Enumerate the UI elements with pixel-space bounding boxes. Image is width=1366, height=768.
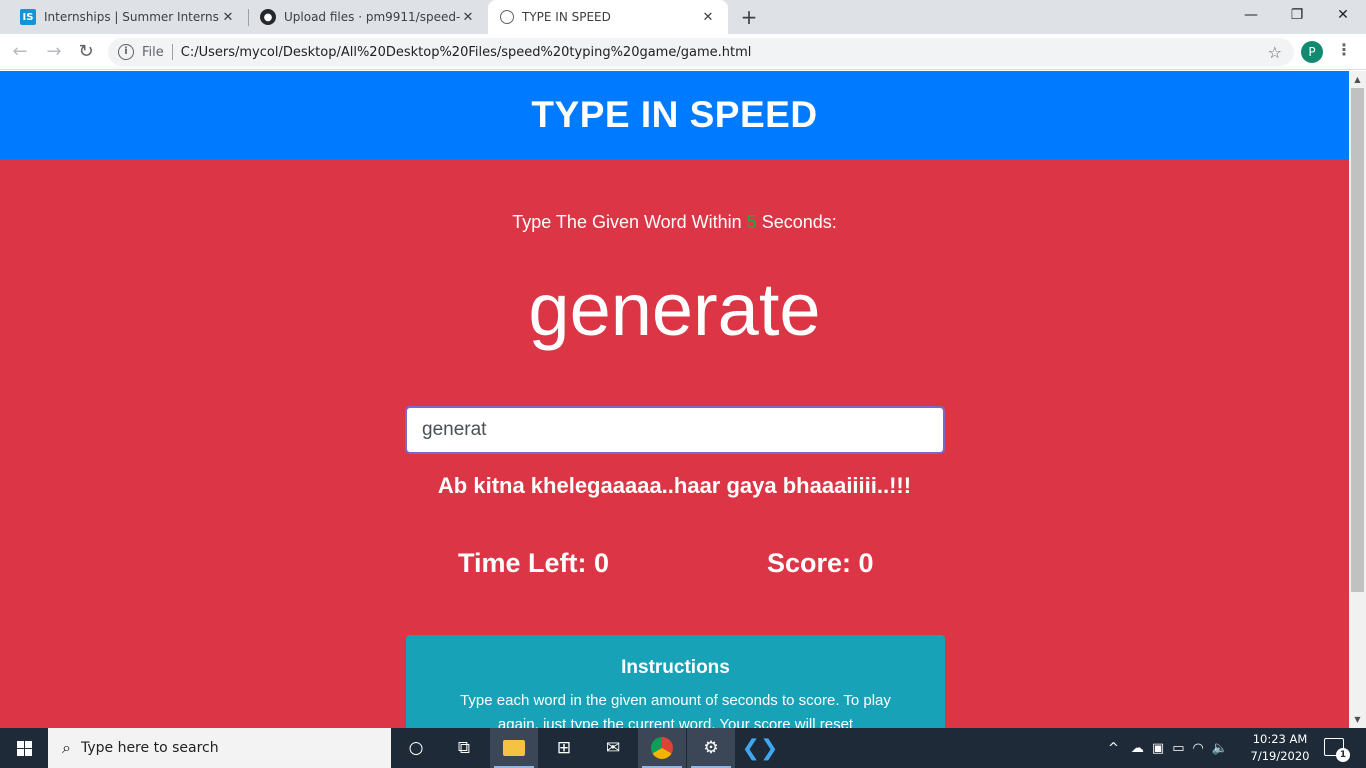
minimize-icon[interactable]: — — [1228, 0, 1274, 32]
page-viewport: TYPE IN SPEED Type The Given Word Within… — [0, 71, 1349, 728]
forward-icon[interactable]: → — [40, 38, 68, 66]
windows-taskbar: ⌕ Type here to search ○ ⧉ ⊞ ✉ ⚙ ❮❯ ^ ☁ ▣… — [0, 728, 1366, 768]
store-icon[interactable]: ⊞ — [540, 728, 588, 768]
volume-icon[interactable]: 🔈 — [1212, 741, 1228, 756]
score-value: 0 — [858, 548, 874, 578]
clock-time: 10:23 AM — [1252, 732, 1308, 746]
vertical-scrollbar[interactable]: ▲ ▼ — [1349, 71, 1366, 728]
taskbar-clock[interactable]: 10:23 AM 7/19/2020 — [1248, 731, 1312, 765]
tab-github[interactable]: ● Upload files · pm9911/speed-typ ✕ — [248, 0, 488, 34]
prompt-before: Type The Given Word Within — [512, 212, 747, 232]
close-icon[interactable]: ✕ — [220, 10, 236, 25]
browser-tabstrip: IS Internships | Summer Internship 2 ✕ ●… — [0, 0, 1366, 34]
current-word: generate — [528, 268, 821, 351]
cortana-icon[interactable]: ○ — [392, 728, 440, 768]
wifi-icon[interactable]: ◠ — [1193, 741, 1204, 756]
divider — [171, 44, 173, 60]
restore-icon[interactable]: ❐ — [1274, 0, 1320, 32]
prompt-text: Type The Given Word Within 5 Seconds: — [0, 212, 1349, 233]
time-left-value: 0 — [594, 548, 610, 578]
battery-icon[interactable]: ▭ — [1172, 741, 1184, 756]
onedrive-icon[interactable]: ☁ — [1131, 741, 1144, 756]
score: Score: 0 — [767, 548, 874, 579]
close-icon[interactable]: ✕ — [700, 10, 716, 25]
mail-icon[interactable]: ✉ — [589, 728, 637, 768]
url-text: C:/Users/mycol/Desktop/All%20Desktop%20F… — [180, 44, 752, 60]
close-icon[interactable]: ✕ — [460, 10, 476, 25]
scroll-up-icon[interactable]: ▲ — [1349, 71, 1366, 88]
new-tab-button[interactable]: + — [736, 4, 762, 30]
address-bar[interactable]: i File C:/Users/mycol/Desktop/All%20Desk… — [108, 38, 1294, 66]
game-over-message: Ab kitna khelegaaaaa..haar gaya bhaaaiii… — [437, 473, 912, 498]
clock-date: 7/19/2020 — [1250, 749, 1310, 763]
tab-title: Internships | Summer Internship 2 — [44, 10, 220, 24]
prompt-after: Seconds: — [756, 212, 837, 232]
notification-badge: 1 — [1336, 748, 1350, 762]
score-label: Score: — [767, 548, 859, 578]
seconds-value: 5 — [746, 212, 757, 232]
word-input[interactable]: generat — [405, 406, 945, 454]
scroll-down-icon[interactable]: ▼ — [1349, 711, 1366, 728]
bookmark-star-icon[interactable]: ☆ — [1268, 43, 1282, 62]
close-window-icon[interactable]: ✕ — [1320, 0, 1366, 32]
info-icon[interactable]: i — [118, 44, 134, 60]
instructions-text: Type each word in the given amount of se… — [460, 692, 891, 728]
tab-type-in-speed[interactable]: TYPE IN SPEED ✕ — [488, 0, 728, 34]
windows-logo-icon — [16, 740, 32, 756]
chevron-up-icon[interactable]: ^ — [1108, 741, 1119, 756]
reload-icon[interactable]: ↻ — [72, 38, 100, 66]
scroll-thumb[interactable] — [1351, 88, 1364, 592]
instructions-card: Instructions Type each word in the given… — [406, 635, 945, 728]
tab-internships[interactable]: IS Internships | Summer Internship 2 ✕ — [8, 0, 248, 34]
start-button[interactable] — [0, 728, 48, 768]
tab-title: TYPE IN SPEED — [522, 10, 611, 24]
page-title: TYPE IN SPEED — [531, 94, 818, 135]
notification-center-icon[interactable]: 1 — [1324, 738, 1350, 762]
time-left-label: Time Left: — [458, 548, 595, 578]
taskbar-search[interactable]: ⌕ Type here to search — [48, 728, 391, 768]
internshala-icon: IS — [20, 9, 36, 25]
github-icon: ● — [260, 9, 276, 25]
vscode-icon[interactable]: ❮❯ — [736, 728, 784, 768]
task-view-icon[interactable]: ⧉ — [440, 728, 488, 768]
file-label: File — [142, 44, 164, 60]
chrome-icon[interactable] — [638, 728, 686, 768]
back-icon[interactable]: ← — [6, 38, 34, 66]
instructions-title: Instructions — [621, 657, 730, 678]
header-banner: TYPE IN SPEED — [0, 71, 1349, 159]
meet-now-icon[interactable]: ▣ — [1152, 741, 1164, 756]
file-explorer-icon[interactable] — [490, 728, 538, 768]
python-icon[interactable]: ⚙ — [687, 728, 735, 768]
search-placeholder: Type here to search — [80, 740, 219, 756]
menu-icon[interactable]: ⋮ — [1336, 40, 1352, 59]
search-icon: ⌕ — [62, 738, 71, 757]
time-left: Time Left: 0 — [458, 548, 609, 579]
system-tray: ^ ☁ ▣ ▭ ◠ 🔈 — [1108, 728, 1228, 768]
browser-toolbar: ← → ↻ i File C:/Users/mycol/Desktop/All%… — [0, 34, 1366, 70]
tab-title: Upload files · pm9911/speed-typ — [284, 10, 460, 24]
profile-avatar[interactable]: P — [1301, 41, 1323, 63]
globe-icon — [500, 10, 514, 24]
